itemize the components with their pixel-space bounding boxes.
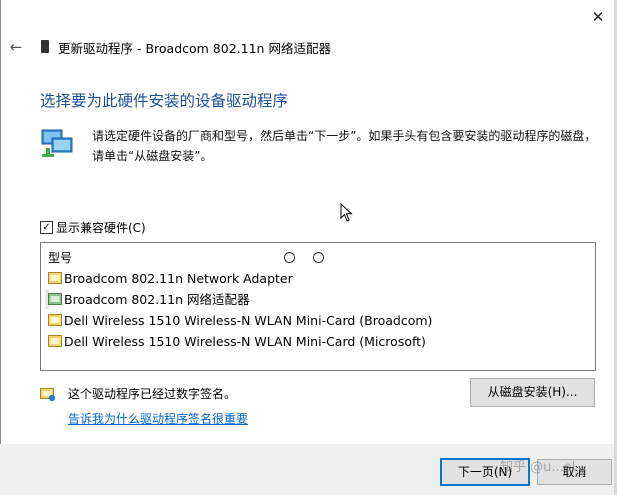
show-compatible-label[interactable]: 显示兼容硬件(C): [56, 219, 146, 236]
back-arrow-icon[interactable]: ←: [6, 37, 26, 57]
driver-icon: [48, 335, 62, 347]
network-adapter-icon: [41, 129, 73, 157]
signed-driver-icon: [40, 388, 56, 402]
list-item-label: Dell Wireless 1510 Wireless-N WLAN Mini-…: [64, 313, 433, 328]
radio-option-1[interactable]: [284, 252, 295, 263]
window-left-border: [0, 0, 1, 495]
mouse-cursor-icon: [340, 203, 353, 222]
list-item-label: Dell Wireless 1510 Wireless-N WLAN Mini-…: [64, 334, 426, 349]
model-column-header: 型号: [48, 251, 73, 265]
radio-option-2[interactable]: [313, 252, 324, 263]
list-item-label: Broadcom 802.11n 网络适配器: [64, 292, 250, 307]
have-disk-button[interactable]: 从磁盘安装(H)...: [470, 378, 595, 407]
model-listbox[interactable]: 型号 Broadcom 802.11n Network Adapter Broa…: [40, 242, 596, 371]
signature-help-link[interactable]: 告诉我为什么驱动程序签名很重要: [68, 410, 248, 427]
device-icon: [41, 40, 49, 53]
close-icon[interactable]: ✕: [586, 5, 610, 29]
show-compatible-checkbox[interactable]: ✓: [40, 221, 53, 234]
instruction-text: 请选定硬件设备的厂商和型号，然后单击“下一步”。如果手头有包含要安装的驱动程序的…: [92, 129, 597, 163]
driver-icon: [48, 293, 62, 305]
list-item-selected[interactable]: Broadcom 802.11n 网络适配器: [45, 290, 250, 309]
driver-icon: [48, 272, 62, 284]
driver-icon: [48, 314, 62, 326]
watermark: 知乎 @u...ol: [500, 460, 576, 475]
page-heading: 选择要为此硬件安装的设备驱动程序: [40, 92, 289, 110]
signature-status: 这个驱动程序已经过数字签名。: [68, 387, 237, 401]
window-title: 更新驱动程序 - Broadcom 802.11n 网络适配器: [58, 41, 331, 56]
list-item-label: Broadcom 802.11n Network Adapter: [64, 271, 293, 286]
